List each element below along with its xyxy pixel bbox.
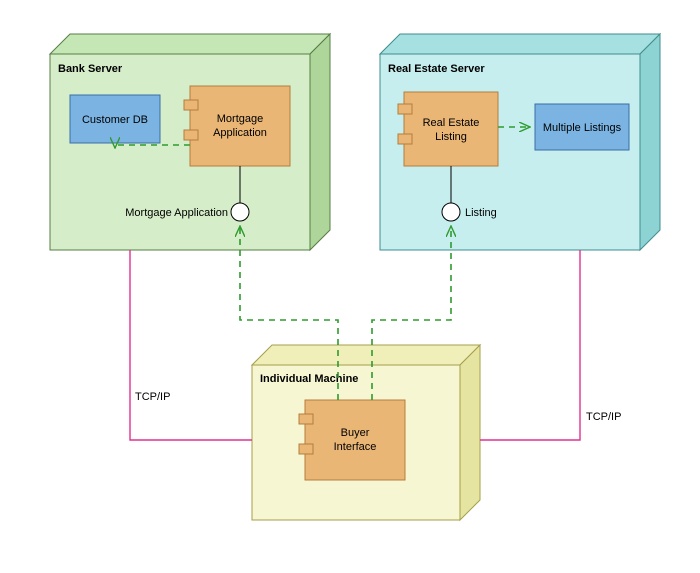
real-estate-listing-label-2: Listing [435,131,467,143]
buyer-interface-label-1: Buyer [341,427,370,439]
mortgage-port-label: Mortgage Application [125,207,228,219]
tcp-left-label: TCP/IP [135,391,170,403]
real-estate-listing-label-1: Real Estate [423,117,480,129]
mortgage-app-label-2: Application [213,127,267,139]
deployment-diagram: Bank Server Customer DB Mortgage Applica… [0,0,700,573]
multiple-listings: Multiple Listings [535,104,629,150]
bank-server-node: Bank Server Customer DB Mortgage Applica… [50,34,330,250]
mortgage-port-icon [231,203,249,221]
multiple-listings-label: Multiple Listings [543,122,622,134]
buyer-interface-label-2: Interface [334,441,377,453]
real-estate-server-title: Real Estate Server [388,63,485,75]
individual-machine-node: Individual Machine Buyer Interface [252,345,480,520]
customer-db: Customer DB [70,95,160,143]
mortgage-app-label-1: Mortgage [217,113,263,125]
tcp-right-label: TCP/IP [586,411,621,423]
real-estate-server-node: Real Estate Server Real Estate Listing M… [380,34,660,250]
mortgage-application-component: Mortgage Application [184,86,290,166]
buyer-interface-component: Buyer Interface [299,400,405,480]
customer-db-label: Customer DB [82,114,148,126]
bank-server-title: Bank Server [58,63,123,75]
link-tcp-left [130,250,252,440]
individual-machine-title: Individual Machine [260,373,358,385]
listing-port-label: Listing [465,207,497,219]
link-tcp-right [480,250,580,440]
listing-port-icon [442,203,460,221]
real-estate-listing-component: Real Estate Listing [398,92,498,166]
